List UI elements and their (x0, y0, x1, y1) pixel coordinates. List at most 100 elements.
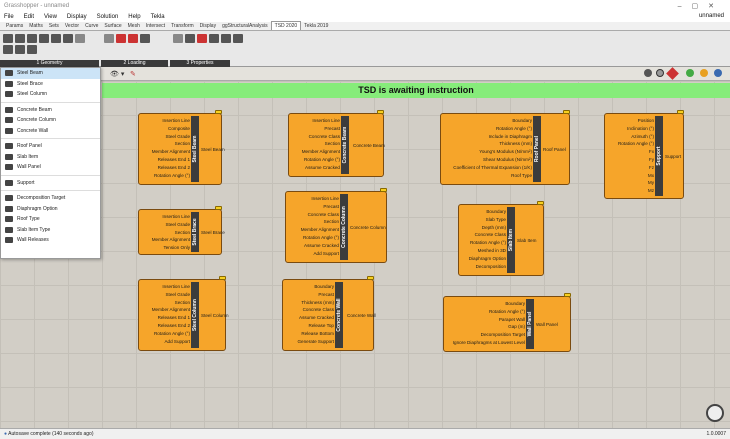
node-input-param[interactable]: Add Support (141, 338, 190, 346)
node-input-param[interactable]: Assume Cracked (288, 242, 339, 250)
node-input-param[interactable]: Tension Only (141, 244, 190, 252)
ribbon-label-loading[interactable]: 2 Loading (101, 60, 168, 67)
node-input-param[interactable]: Decomposition Target (446, 331, 525, 339)
node-input-param[interactable]: Diaphragm Option (461, 255, 506, 263)
load-case-icon[interactable] (140, 34, 150, 43)
concrete-beam-icon[interactable] (27, 34, 37, 43)
node-input-param[interactable]: Precast (288, 203, 339, 211)
decomposition-icon[interactable] (173, 34, 183, 43)
node-title-bar[interactable]: Concrete Wall (335, 282, 343, 348)
node-title-bar[interactable]: Concrete Beam (341, 116, 349, 174)
node-input-param[interactable]: Ignore Diaphragms at Lowest Level (446, 339, 525, 347)
node-support[interactable]: Position Inclination (°) Azimuth (°) Rotati… (604, 110, 684, 199)
node-input-param[interactable]: Concrete Class (285, 306, 334, 314)
node-input-param[interactable]: Parapet Wall (446, 316, 525, 324)
node-input-param[interactable]: Release Bottom (285, 330, 334, 338)
dropdown-item-concrete-beam[interactable]: Concrete Beam (1, 105, 100, 116)
node-output-param[interactable]: Concrete Beam (353, 143, 385, 148)
support-icon[interactable] (75, 34, 85, 43)
node-output-param[interactable]: Concrete Wall (347, 313, 376, 318)
node-input-param[interactable]: Roof Type (443, 172, 532, 180)
steel-brace-icon[interactable] (3, 45, 13, 54)
dropdown-item-steel-brace[interactable]: Steel Brace (1, 79, 100, 90)
menu-tekla[interactable]: Tekla (151, 14, 165, 20)
node-input-param[interactable]: My (607, 179, 654, 187)
node-input-param[interactable]: Releases End 1 (141, 314, 190, 322)
node-output-param[interactable]: Wall Panel (536, 322, 558, 327)
node-output-param[interactable]: Steel Beam (201, 147, 225, 152)
node-input-param[interactable]: Section (141, 140, 190, 148)
dropdown-item-steel-beam[interactable]: Steel Beam (1, 68, 100, 79)
node-output-param[interactable]: Slab Item (517, 238, 536, 243)
node-input-param[interactable]: Member Alignment (141, 236, 190, 244)
node-input-param[interactable]: Boundary (446, 300, 525, 308)
node-input-param[interactable]: Coefficient of Thermal Expansion (1/K) (443, 164, 532, 172)
tab-tekla-2019[interactable]: Tekla 2019 (301, 22, 331, 30)
node-input-param[interactable]: Composite (141, 125, 190, 133)
edit-icon[interactable] (233, 34, 243, 43)
tab-structural-analysis[interactable]: ggStructuralAnalysis (219, 22, 271, 30)
node-input-param[interactable]: Thickness (mm) (285, 299, 334, 307)
dropdown-item-slab-item[interactable]: Slab Item (1, 152, 100, 163)
node-input-param[interactable]: Boundary (285, 283, 334, 291)
tab-params[interactable]: Params (3, 22, 26, 30)
node-input-param[interactable]: Member Alignment (288, 226, 339, 234)
eye-icon[interactable]: 👁 ▾ (110, 70, 124, 78)
node-input-param[interactable]: Insertion Line (141, 283, 190, 291)
concrete-column-icon[interactable] (39, 34, 49, 43)
node-input-param[interactable]: Generate Support (285, 338, 334, 346)
menu-file[interactable]: File (4, 14, 14, 20)
window-controls[interactable]: –▢✕ (678, 2, 724, 10)
tab-sets[interactable]: Sets (46, 22, 62, 30)
roof-panel-icon[interactable] (51, 34, 61, 43)
dropdown-item-diaphragm-option[interactable]: Diaphragm Option (1, 204, 100, 215)
node-input-param[interactable]: Assume Cracked (285, 314, 334, 322)
node-input-param[interactable]: Concrete Class (291, 133, 340, 141)
node-input-param[interactable]: Thickness (mm) (443, 140, 532, 148)
release-icon[interactable] (197, 34, 207, 43)
tab-mesh[interactable]: Mesh (125, 22, 143, 30)
node-slab-item[interactable]: Boundary Slab Type Depth (mm) Concrete Clas… (458, 201, 544, 276)
node-input-param[interactable]: Member Alignment (141, 306, 190, 314)
node-input-param[interactable]: Insertion Line (291, 117, 340, 125)
node-input-param[interactable]: Shear Modulus (N/mm²) (443, 156, 532, 164)
node-input-param[interactable]: Rotation Angle (°) (141, 172, 190, 180)
ribbon-label-geometry[interactable]: 1 Geometry (0, 60, 99, 67)
steel-column-icon[interactable] (15, 34, 25, 43)
point-load-icon[interactable] (116, 34, 126, 43)
node-input-param[interactable]: Decomposition (461, 263, 506, 271)
load-line-icon[interactable] (104, 34, 114, 43)
node-input-param[interactable]: Steel Grade (141, 291, 190, 299)
node-input-param[interactable]: Steel Grade (141, 221, 190, 229)
node-input-param[interactable]: Azimuth (°) (607, 133, 654, 141)
node-roof-panel[interactable]: Boundary Rotation Angle (°) Include in Dia… (440, 110, 570, 185)
dropdown-item-wall-releases[interactable]: Wall Releases (1, 235, 100, 246)
node-input-param[interactable]: Releases End 2 (141, 322, 190, 330)
node-input-param[interactable]: Fz (607, 164, 654, 172)
node-output-param[interactable]: Concrete Column (350, 225, 386, 230)
node-title-bar[interactable]: Wall Panel (526, 299, 534, 349)
node-input-param[interactable]: Precast (285, 291, 334, 299)
node-input-param[interactable]: Insertion Line (141, 213, 190, 221)
node-title-bar[interactable]: Concrete Column (340, 194, 348, 260)
tab-curve[interactable]: Curve (82, 22, 101, 30)
tab-vector[interactable]: Vector (62, 22, 82, 30)
node-input-param[interactable]: Slab Type (461, 216, 506, 224)
node-title-bar[interactable]: Steel Brace (191, 212, 199, 252)
dropdown-item-support[interactable]: Support (1, 178, 100, 189)
node-input-param[interactable]: Rotation Angle (°) (291, 156, 340, 164)
node-input-param[interactable]: Rotation Angle (°) (288, 234, 339, 242)
ribbon-label-properties[interactable]: 3 Properties (170, 60, 230, 67)
node-concrete-column[interactable]: Insertion Line Precast Concrete Class Secti… (285, 188, 387, 263)
node-input-param[interactable]: Rotation Angle (°) (141, 330, 190, 338)
tab-tsd-2020[interactable]: TSD 2020 (270, 21, 302, 30)
node-input-param[interactable]: Mx (607, 172, 654, 180)
dropdown-item-roof-type[interactable]: Roof Type (1, 214, 100, 225)
node-input-param[interactable]: Rotation Angle (°) (461, 239, 506, 247)
node-steel-beam[interactable]: Insertion Line Composite Steel Grade Sectio… (138, 110, 225, 185)
node-input-param[interactable]: Insertion Line (141, 117, 190, 125)
node-concrete-beam[interactable]: Insertion Line Precast Concrete Class Secti… (288, 110, 385, 177)
node-title-bar[interactable]: Steel Beam (191, 116, 199, 182)
node-input-param[interactable]: Insertion Line (288, 195, 339, 203)
navigation-compass-icon[interactable] (706, 404, 724, 422)
